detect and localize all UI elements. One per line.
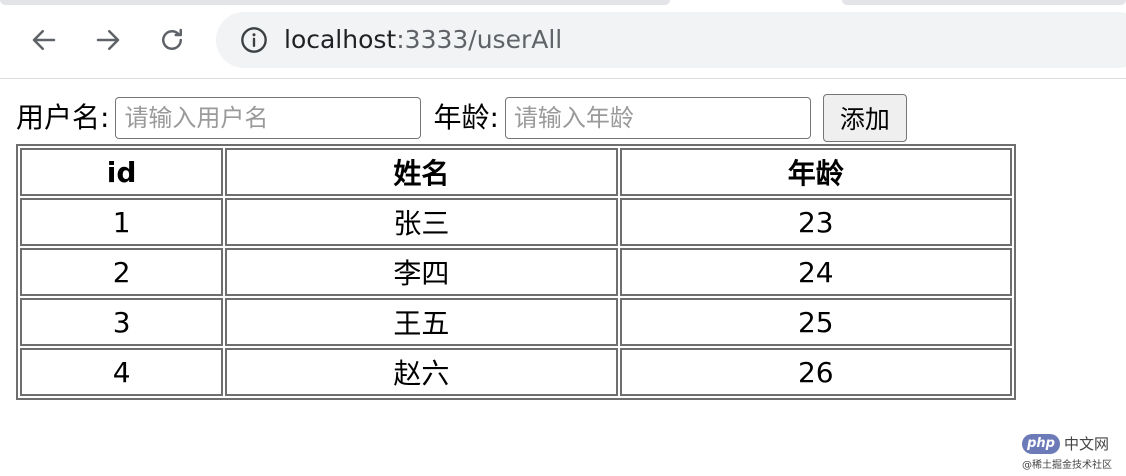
forward-button[interactable]: [88, 20, 128, 60]
watermark-subtext: @稀土掘金技术社区: [1022, 460, 1112, 471]
add-button[interactable]: 添加: [822, 94, 907, 142]
cell-age: 23: [619, 198, 1012, 246]
table-row: 2 李四 24: [20, 248, 1012, 296]
cell-name: 赵六: [225, 348, 618, 396]
tab-strip: [0, 0, 670, 5]
user-table: id 姓名 年龄 1 张三 23 2 李四 24 3 王五 25 4 赵六 26: [16, 144, 1016, 400]
tab-strip-right: [842, 0, 1126, 5]
browser-toolbar: localhost:3333/userAll: [0, 0, 1126, 79]
username-label: 用户名:: [16, 101, 110, 134]
watermark-text: 中文网: [1064, 435, 1110, 453]
site-watermark: php 中文网 @稀土掘金技术社区: [1022, 434, 1118, 471]
cell-name: 王五: [225, 298, 618, 346]
age-label: 年龄:: [433, 101, 499, 134]
table-header-row: id 姓名 年龄: [20, 148, 1012, 196]
header-age: 年龄: [619, 148, 1012, 196]
cell-age: 26: [619, 348, 1012, 396]
back-button[interactable]: [24, 20, 64, 60]
cell-age: 25: [619, 298, 1012, 346]
reload-icon: [162, 28, 182, 50]
address-bar[interactable]: localhost:3333/userAll: [216, 12, 1126, 68]
info-icon[interactable]: [240, 26, 268, 54]
cell-id: 2: [20, 248, 224, 296]
table-row: 3 王五 25: [20, 298, 1012, 346]
reload-button[interactable]: [152, 20, 192, 60]
cell-age: 24: [619, 248, 1012, 296]
add-user-form: 用户名: 年龄: 添加: [16, 94, 1016, 142]
forward-arrow-icon: [96, 30, 120, 50]
age-input[interactable]: [504, 97, 811, 139]
header-id: id: [20, 148, 224, 196]
header-name: 姓名: [225, 148, 618, 196]
url-path: :3333/userAll: [396, 25, 563, 54]
cell-id: 3: [20, 298, 224, 346]
cell-id: 1: [20, 198, 224, 246]
url-host: localhost: [284, 25, 397, 54]
username-input[interactable]: [115, 97, 422, 139]
url-text[interactable]: localhost:3333/userAll: [284, 24, 562, 56]
table-row: 4 赵六 26: [20, 348, 1012, 396]
cell-name: 张三: [225, 198, 618, 246]
cell-id: 4: [20, 348, 224, 396]
table-row: 1 张三 23: [20, 198, 1012, 246]
php-logo: php: [1022, 434, 1060, 454]
cell-name: 李四: [225, 248, 618, 296]
back-arrow-icon: [32, 30, 56, 50]
page-content: 用户名: 年龄: 添加 id 姓名 年龄 1 张三 23 2 李四 24: [16, 94, 1016, 400]
